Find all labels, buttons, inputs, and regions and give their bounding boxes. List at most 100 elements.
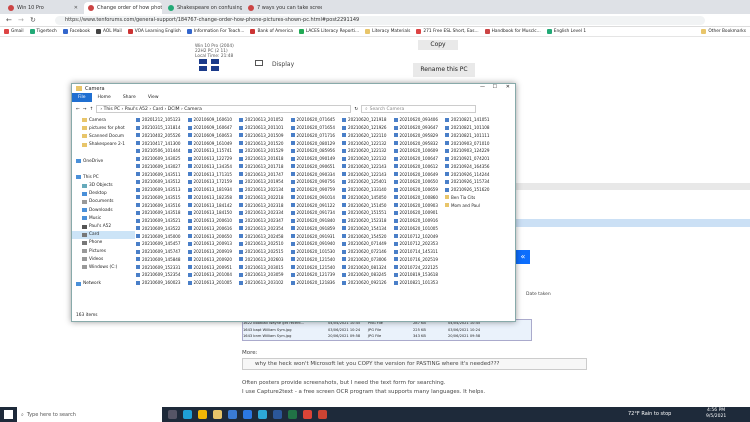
nav-item[interactable]: Pictures	[72, 247, 135, 255]
nav-item[interactable]: Shakespeare 2-1	[72, 141, 135, 149]
word-icon[interactable]	[273, 410, 282, 419]
taskbar-search[interactable]: ⌕ Type here to search	[17, 407, 162, 422]
excel-icon[interactable]	[288, 410, 297, 419]
chrome-icon[interactable]	[198, 410, 207, 419]
file-item[interactable]: 20210724_222125	[393, 263, 456, 271]
nav-item[interactable]: Scanned Docum	[72, 132, 135, 140]
back-icon[interactable]: ←	[76, 107, 80, 112]
pane-header	[516, 183, 750, 190]
file-item[interactable]: 20210926_115734	[445, 178, 507, 186]
tab-close-icon[interactable]: ✕	[74, 5, 78, 11]
ribbon-tab-share[interactable]: Share	[117, 93, 142, 102]
file-item[interactable]: 20210821_141051	[445, 116, 507, 124]
nav-item[interactable]: OneDrive	[72, 157, 135, 165]
nav-item[interactable]: Documents	[72, 198, 135, 206]
file-item[interactable]: 20210921_074201	[445, 155, 507, 163]
file-item[interactable]: 20210819_153618	[393, 271, 456, 279]
minimize-icon[interactable]: —	[480, 84, 485, 90]
ribbon-tab-view[interactable]: View	[142, 93, 165, 102]
up-icon[interactable]: ↑	[90, 107, 94, 112]
file-item[interactable]: 20210620_101005	[393, 225, 456, 233]
file-item[interactable]: 20210716_202519	[393, 256, 456, 264]
file-item[interactable]: 20210714_145311	[393, 248, 456, 256]
browser-tab[interactable]: Change order of how photo✕	[84, 2, 162, 14]
ribbon-tab-file[interactable]: File	[72, 93, 92, 102]
clock[interactable]: 4:56 PM 9/5/2021	[706, 408, 726, 420]
close-icon[interactable]: ✕	[506, 84, 510, 90]
file-item[interactable]: 20210821_101108	[445, 124, 507, 132]
nav-item[interactable]: Videos	[72, 255, 135, 263]
file-item[interactable]: 20210926_151620	[445, 186, 507, 194]
mail-icon[interactable]	[243, 410, 252, 419]
nav-item[interactable]: Paul's A52	[72, 222, 135, 230]
bookmark-icon	[484, 29, 490, 34]
bookmark-item[interactable]: Literacy Materials	[365, 29, 410, 34]
explorer-path[interactable]: › This PC › Paul's A52 › Card › DCIM › C…	[96, 105, 352, 113]
bookmark-item[interactable]: Information For Teach...	[186, 29, 244, 34]
rename-pc-button[interactable]: Rename this PC	[413, 63, 475, 77]
image-file-icon	[290, 164, 295, 169]
nav-item[interactable]: Network	[72, 280, 135, 288]
file-item[interactable]: 20210903_124229	[445, 147, 507, 155]
bookmark-item[interactable]: Bank of America	[250, 29, 293, 34]
ribbon-tab-home[interactable]: Home	[92, 93, 117, 102]
forward-icon[interactable]: →	[83, 107, 87, 112]
windows-start-icon[interactable]	[4, 410, 13, 419]
nav-item[interactable]: Camera	[72, 116, 135, 124]
nav-item[interactable]: Phone	[72, 239, 135, 247]
reload-icon[interactable]: ↻	[30, 16, 36, 24]
nav-item[interactable]: Music	[72, 214, 135, 222]
file-item[interactable]: 20210821_101111	[445, 132, 507, 140]
file-item[interactable]: 20210620_100916	[393, 217, 456, 225]
nav-item-label: OneDrive	[83, 158, 104, 164]
nav-item[interactable]: Desktop	[72, 190, 135, 198]
app-icon[interactable]	[318, 410, 327, 419]
bookmark-item[interactable]: Tigertech	[29, 29, 57, 34]
maximize-icon[interactable]: ☐	[493, 84, 497, 90]
image-file-icon	[136, 187, 140, 192]
bookmark-item[interactable]: English Level 1	[546, 29, 586, 34]
back-icon[interactable]: ←	[6, 16, 12, 24]
file-item[interactable]: 20210903_071010	[445, 139, 507, 147]
forward-icon[interactable]: →	[18, 16, 24, 24]
file-name: 20210613_201005	[193, 280, 233, 286]
image-file-icon	[136, 210, 140, 215]
photos-icon[interactable]	[258, 410, 267, 419]
bookmark-item[interactable]: VOA Learning English	[127, 29, 181, 34]
url-bar[interactable]: https://www.tenforums.com/general-suppor…	[55, 16, 705, 25]
file-item[interactable]: 20210924_164356	[445, 163, 507, 171]
bookmark-item[interactable]: Handbook for Musclc...	[484, 29, 541, 34]
nav-item[interactable]: Downloads	[72, 206, 135, 214]
bookmark-item[interactable]: 271 Free ESL Short, Eas...	[416, 29, 479, 34]
edge-icon[interactable]	[183, 410, 192, 419]
file-item[interactable]: 20210821_101353	[393, 279, 456, 287]
file-item[interactable]: Ben Tia Cits	[445, 194, 507, 202]
browser-tab[interactable]: Win 10 Pro ✕	[4, 2, 82, 14]
nav-item[interactable]: 3D Objects	[72, 182, 135, 190]
bookmark-item[interactable]: Other Bookmarks	[701, 29, 746, 34]
nav-item[interactable]: pictures for phot	[72, 124, 135, 132]
nav-item[interactable]: Card	[72, 230, 135, 239]
nav-item[interactable]: Windows (C:)	[72, 263, 135, 271]
chrome-icon[interactable]	[303, 410, 312, 419]
task-view-icon[interactable]	[168, 410, 177, 419]
browser-tab[interactable]: 7 ways you can take screensh✕	[244, 2, 322, 14]
nav-item[interactable]: This PC	[72, 173, 135, 181]
bookmark-item[interactable]: Gmail	[4, 29, 24, 34]
file-item[interactable]: Mom and Paul	[445, 201, 507, 209]
file-item[interactable]: 20210712_202353	[393, 240, 456, 248]
bookmark-item[interactable]: Facebook	[62, 29, 90, 34]
store-icon[interactable]	[228, 410, 237, 419]
blue-arrow-button[interactable]: «	[516, 250, 530, 264]
explorer-icon[interactable]	[213, 410, 222, 419]
file-item[interactable]: 20210926_114244	[445, 170, 507, 178]
refresh-icon[interactable]: ↻	[354, 107, 358, 112]
bookmark-item[interactable]: LACES Literacy Reporti...	[298, 29, 359, 34]
weather-widget[interactable]: 72°F Rain to stop	[628, 411, 671, 417]
copy-button[interactable]: Copy	[418, 40, 458, 50]
bookmark-item[interactable]: AOL Mail	[96, 29, 122, 34]
file-item[interactable]: 20210620_100901	[393, 209, 456, 217]
browser-tab[interactable]: Shakespeare on confusing Sp✕	[164, 2, 242, 14]
file-item[interactable]: 20210712_102049	[393, 232, 456, 240]
explorer-search[interactable]: ⌕ Search Camera	[361, 105, 477, 113]
